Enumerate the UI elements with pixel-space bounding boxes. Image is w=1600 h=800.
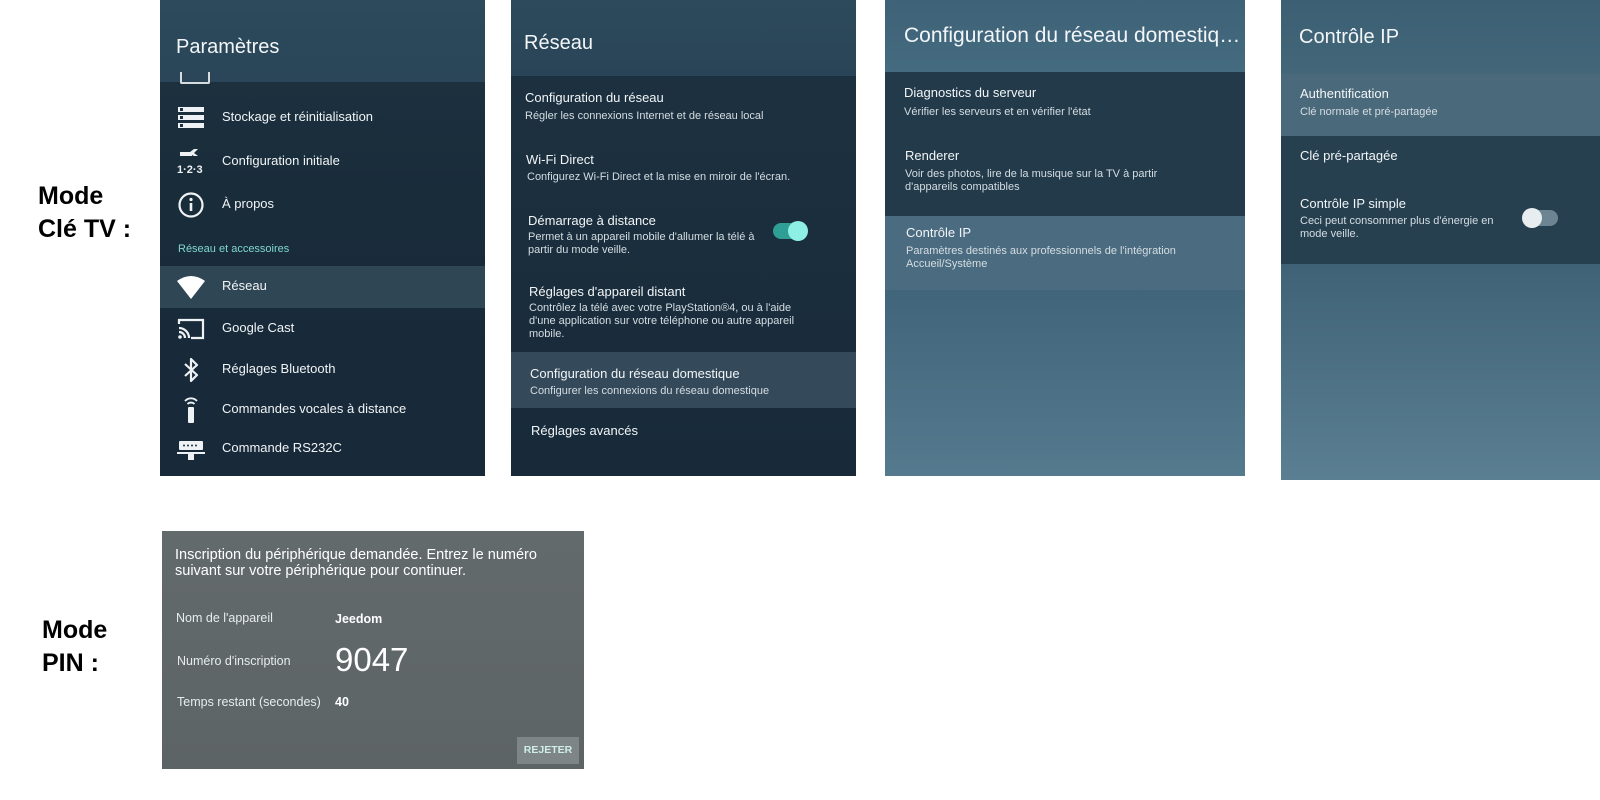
initial-setup-icon: 1·2·3 [176, 148, 206, 176]
renderer-item[interactable]: Renderer Voir des photos, lire de la mus… [885, 138, 1245, 214]
toggle-knob [1522, 208, 1542, 228]
mode-pin-label: Mode PIN : [42, 614, 107, 680]
item-title: Configuration du réseau domestique [530, 366, 740, 381]
storage-icon [176, 104, 206, 132]
item-title: Diagnostics du serveur [904, 85, 1037, 100]
item-subtitle: Ceci peut consommer plus d'énergie en mo… [1300, 215, 1494, 240]
settings-panel: Paramètres Stockage et réinitialisation … [160, 0, 485, 476]
remote-icon [176, 396, 206, 424]
server-diagnostics-item[interactable]: Diagnostics du serveur Vérifier les serv… [885, 72, 1245, 138]
ip-control-panel: Contrôle IP Authentification Clé normale… [1281, 0, 1600, 480]
cast-icon [176, 315, 206, 343]
item-title: Configuration du réseau [525, 90, 664, 105]
sidebar-item-label: Commande RS232C [222, 440, 342, 455]
pin-dialog: Inscription du périphérique demandée. En… [162, 531, 584, 769]
sidebar-item-voice-remote[interactable]: Commandes vocales à distance [160, 389, 485, 431]
item-title: Réglages avancés [531, 423, 638, 438]
simple-ip-control-toggle[interactable] [1522, 208, 1558, 228]
page-title: Contrôle IP [1299, 26, 1400, 48]
item-title: Authentification [1300, 86, 1389, 101]
remote-start-item[interactable]: Démarrage à distance Permet à un apparei… [511, 205, 856, 267]
item-subtitle: Configurez Wi-Fi Direct et la mise en mi… [527, 171, 791, 183]
ip-control-item[interactable]: Contrôle IP Paramètres destinés aux prof… [885, 216, 1245, 290]
pin-message: Inscription du périphérique demandée. En… [175, 547, 537, 579]
sidebar-item-about[interactable]: À propos [160, 184, 485, 226]
time-remaining-value: 40 [335, 695, 349, 709]
item-title: Wi-Fi Direct [526, 152, 594, 167]
item-title: Réglages d'appareil distant [529, 284, 686, 299]
item-subtitle: Voir des photos, lire de la musique sur … [905, 168, 1158, 193]
ip-control-list: Authentification Clé normale et pré-part… [1281, 74, 1600, 264]
settings-header: Paramètres [160, 0, 485, 82]
wifi-icon [176, 273, 206, 301]
sidebar-item-label: Configuration initiale [222, 153, 340, 168]
network-config-item[interactable]: Configuration du réseau Régler les conne… [511, 84, 856, 136]
mode-cle-line1: Mode [38, 182, 104, 210]
reject-button[interactable]: REJETER [517, 737, 579, 764]
advanced-settings-item[interactable]: Réglages avancés [511, 414, 856, 454]
item-title: Contrôle IP [906, 225, 972, 240]
sidebar-item-label: Réseau [222, 278, 267, 293]
home-network-panel: Configuration du réseau domestiq… Diagno… [885, 0, 1245, 476]
sidebar-item-storage[interactable]: Stockage et réinitialisation [160, 97, 485, 139]
sidebar-item-label: Réglages Bluetooth [222, 361, 336, 376]
sidebar-item-label: Stockage et réinitialisation [222, 109, 374, 124]
remote-device-item[interactable]: Réglages d'appareil distant Contrôlez la… [511, 275, 856, 345]
item-subtitle: Permet à un appareil mobile d'allumer la… [528, 231, 755, 256]
preshared-key-item[interactable]: Clé pré-partagée [1281, 136, 1600, 182]
toggle-knob [788, 221, 808, 241]
svg-text:1·2·3: 1·2·3 [177, 164, 203, 176]
network-panel: Réseau Configuration du réseau Régler le… [511, 0, 856, 476]
sidebar-item-google-cast[interactable]: Google Cast [160, 308, 485, 350]
mode-pin-line2: PIN : [42, 649, 99, 677]
home-network-header: Configuration du réseau domestiq… [885, 0, 1245, 72]
info-icon [176, 191, 206, 219]
page-title: Configuration du réseau domestiq… [904, 24, 1241, 47]
sidebar-item-network[interactable]: Réseau [160, 266, 485, 308]
home-network-list: Diagnostics du serveur Vérifier les serv… [885, 72, 1245, 290]
device-name-label: Nom de l'appareil [176, 611, 273, 625]
remote-start-toggle[interactable] [773, 221, 808, 241]
registration-label: Numéro d'inscription [177, 654, 291, 668]
sidebar-item-label: À propos [222, 196, 275, 211]
ip-control-header: Contrôle IP [1281, 0, 1600, 74]
item-title: Démarrage à distance [528, 213, 656, 228]
item-subtitle: Régler les connexions Internet et de rés… [525, 110, 764, 122]
simple-ip-control-item[interactable]: Contrôle IP simple Ceci peut consommer p… [1281, 182, 1600, 252]
time-remaining-label: Temps restant (secondes) [177, 695, 321, 709]
section-label: Réseau et accessoires [178, 243, 290, 255]
sidebar-item-rs232c[interactable]: Commande RS232C [160, 428, 485, 470]
sidebar-item-bluetooth[interactable]: Réglages Bluetooth [160, 349, 485, 391]
mode-cle-tv-label: Mode Clé TV : [38, 180, 131, 246]
item-title: Contrôle IP simple [1300, 196, 1406, 211]
device-name-value: Jeedom [335, 612, 383, 626]
home-network-item[interactable]: Configuration du réseau domestique Confi… [511, 352, 856, 408]
item-subtitle: Contrôlez la télé avec votre PlayStation… [529, 302, 795, 340]
authentication-item[interactable]: Authentification Clé normale et pré-part… [1281, 74, 1600, 136]
item-title: Renderer [905, 148, 960, 163]
mode-pin-line1: Mode [42, 616, 108, 644]
mode-cle-line2: Clé TV : [38, 215, 132, 243]
registration-code: 9047 [335, 641, 409, 678]
page-title: Réseau [524, 32, 593, 54]
page-title: Paramètres [176, 36, 280, 58]
bluetooth-icon [176, 356, 206, 384]
item-subtitle: Clé normale et pré-partagée [1300, 106, 1438, 118]
item-title: Clé pré-partagée [1300, 148, 1398, 163]
sidebar-item-label: Google Cast [222, 320, 295, 335]
rs232c-icon [176, 435, 206, 463]
network-header: Réseau [511, 0, 856, 76]
item-subtitle: Paramètres destinés aux professionnels d… [906, 245, 1176, 270]
scrolled-item-icon [180, 72, 210, 84]
sidebar-item-label: Commandes vocales à distance [222, 401, 407, 416]
item-subtitle: Configurer les connexions du réseau dome… [530, 385, 770, 397]
item-subtitle: Vérifier les serveurs et en vérifier l'é… [904, 106, 1091, 118]
sidebar-item-initial-setup[interactable]: 1·2·3 Configuration initiale [160, 141, 485, 183]
wifi-direct-item[interactable]: Wi-Fi Direct Configurez Wi-Fi Direct et … [511, 145, 856, 197]
